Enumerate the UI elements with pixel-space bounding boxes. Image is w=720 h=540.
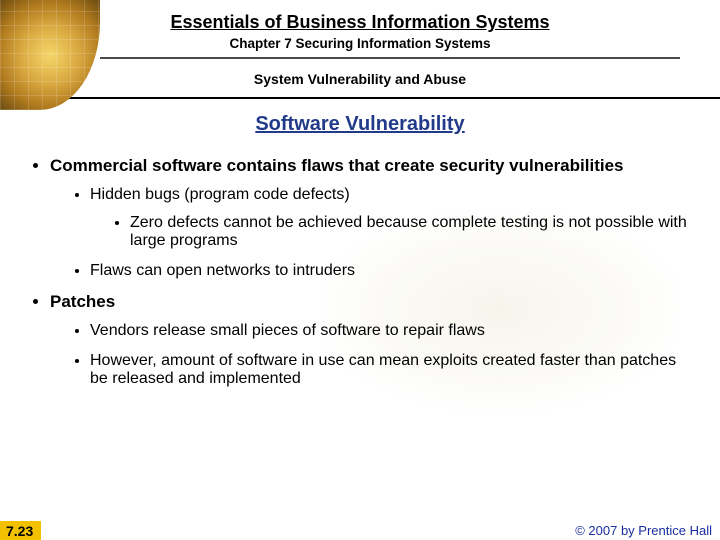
bullet-text: Patches [50, 292, 115, 311]
divider-full [0, 97, 720, 99]
bullet-text: Hidden bugs (program code defects) [90, 186, 350, 203]
bullet-sub: Vendors release small pieces of software… [90, 322, 690, 340]
bullet-sub: However, amount of software in use can m… [90, 352, 690, 388]
bullet-main-1: Commercial software contains flaws that … [50, 156, 690, 280]
copyright-text: © 2007 by Prentice Hall [575, 523, 712, 538]
slide-header: Essentials of Business Information Syste… [0, 0, 720, 87]
bullet-text: Vendors release small pieces of software… [90, 322, 485, 339]
divider-thin [100, 57, 680, 59]
chapter-title: Chapter 7 Securing Information Systems [0, 36, 720, 51]
book-title: Essentials of Business Information Syste… [0, 12, 720, 33]
slide-footer: 7.23 © 2007 by Prentice Hall [0, 520, 720, 540]
bullet-text: Flaws can open networks to intruders [90, 262, 355, 279]
slide-content: Commercial software contains flaws that … [0, 136, 720, 388]
bullet-subsub: Zero defects cannot be achieved because … [130, 214, 690, 250]
bullet-text: However, amount of software in use can m… [90, 352, 676, 387]
bullet-sub: Hidden bugs (program code defects) Zero … [90, 186, 690, 250]
slide-topic: Software Vulnerability [0, 113, 720, 136]
bullet-text: Commercial software contains flaws that … [50, 156, 623, 175]
bullet-sub: Flaws can open networks to intruders [90, 262, 690, 280]
bullet-main-2: Patches Vendors release small pieces of … [50, 292, 690, 388]
section-title: System Vulnerability and Abuse [0, 71, 720, 87]
page-number: 7.23 [0, 521, 41, 540]
bullet-text: Zero defects cannot be achieved because … [130, 214, 687, 249]
